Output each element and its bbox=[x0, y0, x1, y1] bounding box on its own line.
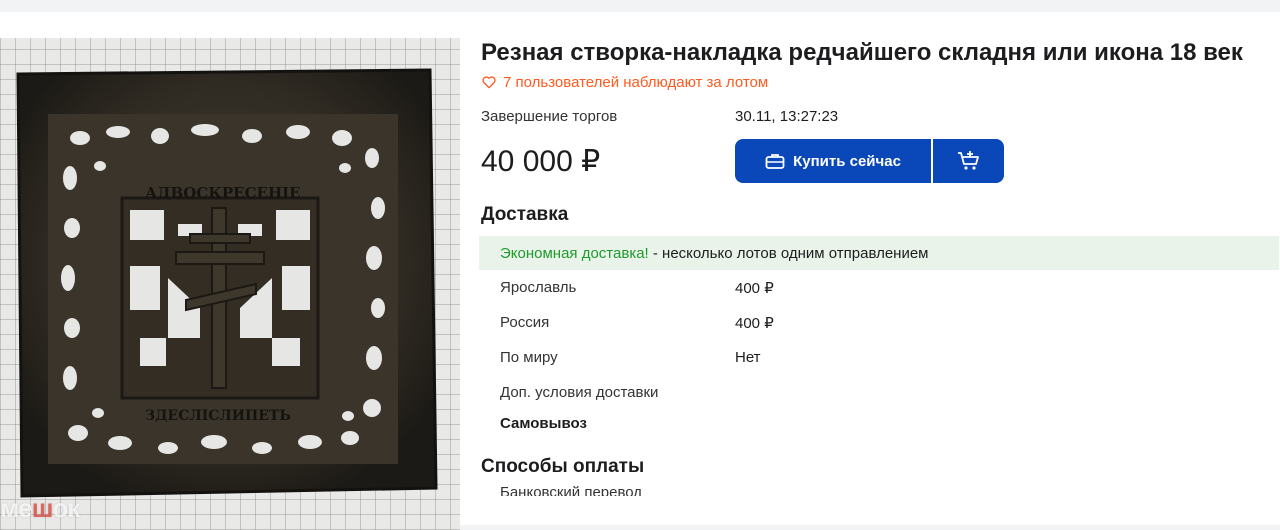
briefcase-icon bbox=[765, 154, 785, 169]
payment-methods-heading: Способы оплаты bbox=[481, 456, 645, 477]
economy-delivery-text: - несколько лотов одним отправлением bbox=[648, 244, 929, 262]
shipping-cost: 400 ₽ bbox=[735, 314, 774, 332]
lot-price: 40 000 ₽ bbox=[481, 144, 601, 178]
shipping-region: Ярославль bbox=[500, 279, 577, 296]
cart-add-icon bbox=[957, 151, 979, 170]
add-to-cart-button[interactable] bbox=[931, 139, 1004, 183]
watchers-text: 7 пользователей наблюдают за лотом bbox=[503, 73, 769, 91]
watermark-mark: ш bbox=[31, 493, 54, 523]
watchers-link[interactable]: 7 пользователей наблюдают за лотом bbox=[481, 72, 1271, 92]
auction-end-value: 30.11, 13:27:23 bbox=[735, 107, 839, 125]
plate-inscription-top: АДВОСКРЕСЕНІЕ bbox=[145, 184, 301, 202]
lot-page: АДВОСКРЕСЕНІЕ ЗДЕСЛІСЛИПЕТЬ мешок Резная… bbox=[0, 12, 1280, 530]
shipping-region: По миру bbox=[500, 349, 558, 366]
auction-end-label: Завершение торгов bbox=[481, 107, 618, 125]
watermark-prefix: ме bbox=[0, 493, 33, 523]
economy-delivery-banner: Экономная доставка! - несколько лотов од… bbox=[479, 236, 1279, 270]
shipping-cost: Нет bbox=[735, 349, 761, 366]
site-watermark: мешок bbox=[0, 493, 80, 524]
price-row: 40 000 ₽ Купить сейчас bbox=[481, 138, 1271, 184]
shipping-rates: Ярославль 400 ₽ Россия 400 ₽ По миру Нет… bbox=[481, 270, 1271, 436]
pickup-option: Самовывоз bbox=[500, 414, 587, 432]
shipping-row: Ярославль 400 ₽ bbox=[481, 270, 1271, 305]
shipping-row: По миру Нет bbox=[481, 340, 1271, 375]
buy-button-group: Купить сейчас bbox=[735, 139, 1004, 183]
buy-now-label: Купить сейчас bbox=[793, 152, 901, 170]
shipping-row: Россия 400 ₽ bbox=[481, 305, 1271, 340]
lot-title: Резная створка-накладка редчайшего склад… bbox=[481, 39, 1243, 66]
buy-now-button[interactable]: Купить сейчас bbox=[735, 139, 931, 183]
payment-method-label: Банковский перевод bbox=[500, 486, 643, 496]
extra-delivery-conditions-label: Доп. условия доставки bbox=[500, 384, 659, 401]
economy-delivery-link[interactable]: Экономная доставка! bbox=[500, 245, 649, 262]
icon-plate-image: АДВОСКРЕСЕНІЕ ЗДЕСЛІСЛИПЕТЬ bbox=[16, 68, 438, 498]
product-photo[interactable]: АДВОСКРЕСЕНІЕ ЗДЕСЛІСЛИПЕТЬ мешок bbox=[0, 38, 460, 530]
lot-info: Резная створка-накладка редчайшего склад… bbox=[479, 38, 1279, 496]
shipping-cost: 400 ₽ bbox=[735, 279, 774, 297]
auction-end: Завершение торгов 30.11, 13:27:23 bbox=[481, 106, 1271, 126]
watermark-suffix: ок bbox=[52, 493, 80, 523]
plate-inscription-bottom: ЗДЕСЛІСЛИПЕТЬ bbox=[145, 408, 291, 424]
payment-method-item: Банковский перевод bbox=[481, 486, 1271, 496]
delivery-heading: Доставка bbox=[481, 204, 569, 225]
shipping-region: Россия bbox=[500, 314, 550, 331]
heart-icon bbox=[482, 76, 496, 89]
